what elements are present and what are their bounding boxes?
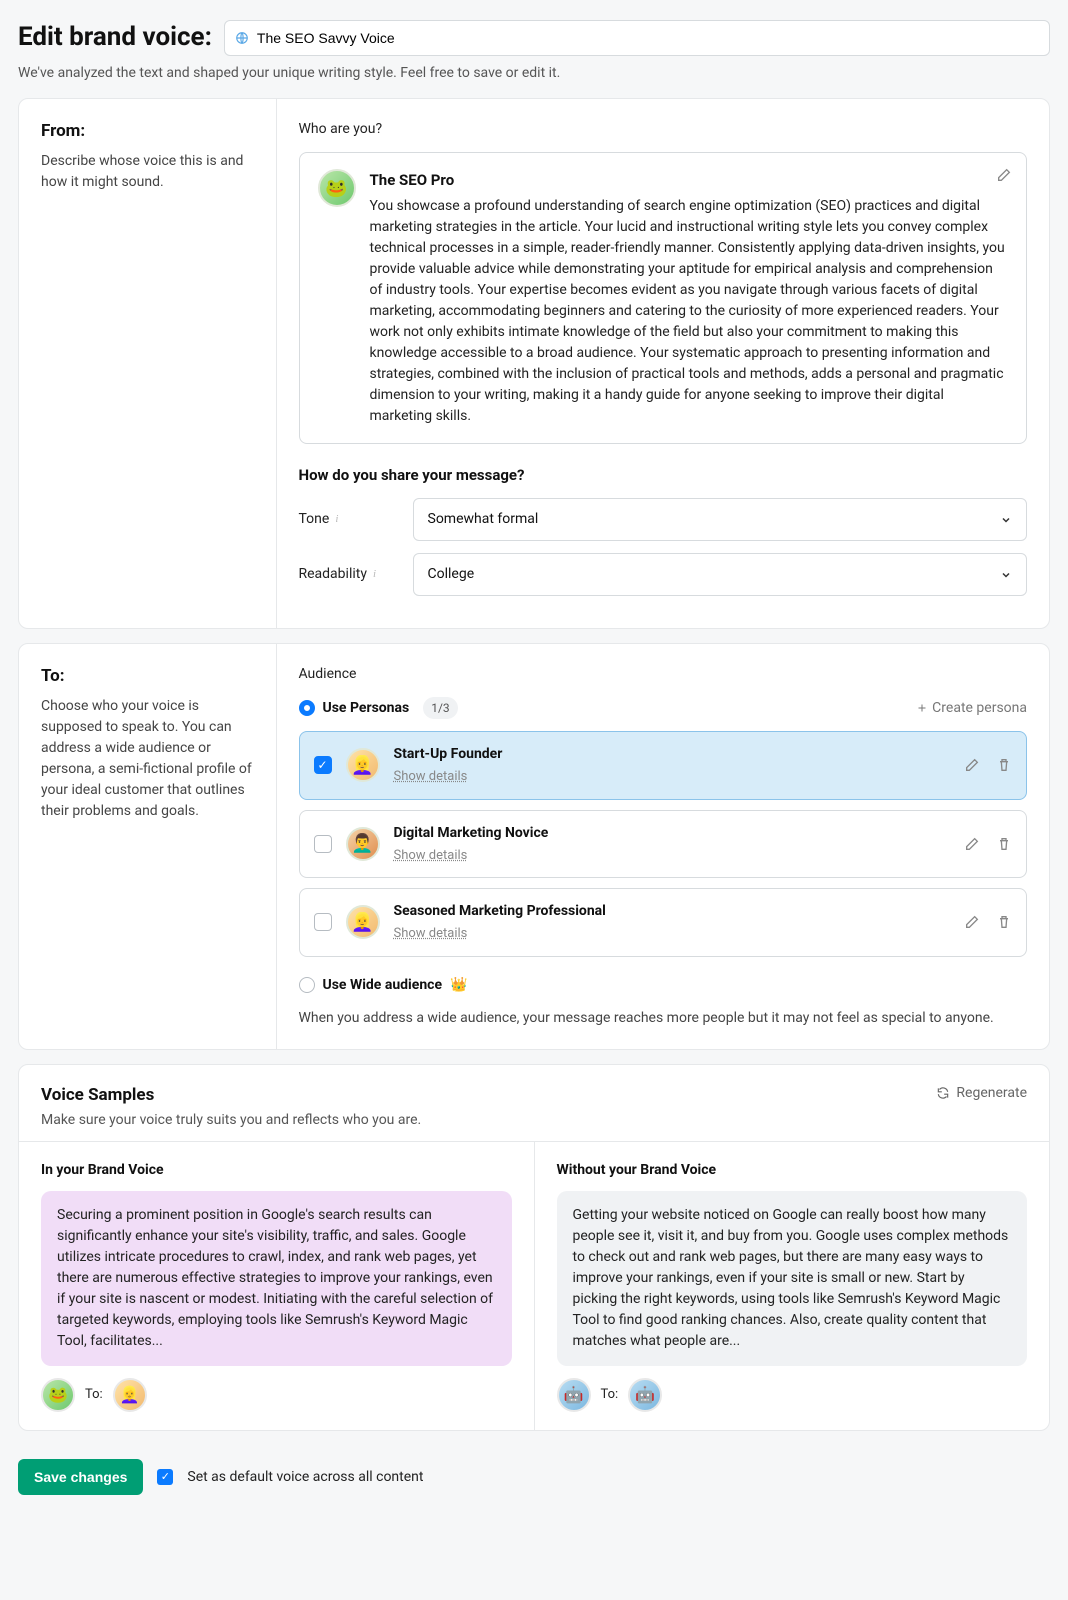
use-wide-label: Use Wide audience — [323, 975, 443, 996]
pencil-icon[interactable] — [996, 167, 1012, 183]
persona-avatar: 👨‍🦱 — [346, 827, 380, 861]
pencil-icon[interactable] — [964, 757, 980, 773]
without-voice-label: Without your Brand Voice — [557, 1160, 1028, 1181]
message-heading: How do you share your message? — [299, 464, 1028, 487]
target-avatar-small: 👱‍♀️ — [113, 1378, 147, 1412]
plus-icon — [916, 702, 928, 714]
who-label: Who are you? — [299, 119, 1028, 140]
info-icon[interactable]: i — [335, 511, 338, 528]
to-label: To: — [85, 1385, 103, 1405]
trash-icon[interactable] — [996, 836, 1012, 852]
author-persona-desc: You showcase a profound understanding of… — [370, 196, 1009, 427]
regenerate-button[interactable]: Regenerate — [936, 1083, 1027, 1104]
persona-name: Start-Up Founder — [394, 744, 503, 765]
from-desc: Describe whose voice this is and how it … — [41, 151, 254, 193]
voice-name-input[interactable] — [257, 30, 1039, 46]
info-icon[interactable]: i — [373, 566, 376, 583]
globe-icon — [235, 31, 249, 45]
show-details-link[interactable]: Show details — [394, 924, 606, 944]
use-personas-label: Use Personas — [323, 698, 410, 719]
author-avatar: 🐸 — [318, 169, 356, 207]
show-details-link[interactable]: Show details — [394, 767, 503, 787]
with-voice-label: In your Brand Voice — [41, 1160, 512, 1181]
tone-label: Tonei — [299, 509, 399, 530]
create-persona-button[interactable]: Create persona — [916, 698, 1027, 719]
show-details-link[interactable]: Show details — [394, 846, 549, 866]
persona-name: Digital Marketing Novice — [394, 823, 549, 844]
persona-item-startup-founder[interactable]: ✓ 👱‍♀️ Start-Up Founder Show details — [299, 731, 1028, 800]
author-avatar-small: 🐸 — [41, 1378, 75, 1412]
bot-avatar-small: 🤖 — [557, 1378, 591, 1412]
page-subtitle: We've analyzed the text and shaped your … — [18, 63, 1050, 84]
refresh-icon — [936, 1086, 950, 1100]
from-card: From: Describe whose voice this is and h… — [18, 98, 1050, 629]
readability-select[interactable]: College — [413, 553, 1028, 596]
voice-samples-card: Voice Samples Make sure your voice truly… — [18, 1064, 1050, 1432]
crown-icon: 👑 — [450, 975, 467, 996]
without-voice-sample: Getting your website noticed on Google c… — [557, 1191, 1028, 1366]
chevron-down-icon — [1000, 514, 1012, 526]
pencil-icon[interactable] — [964, 836, 980, 852]
author-persona-name: The SEO Pro — [370, 169, 1009, 192]
author-persona-card: 🐸 The SEO Pro You showcase a profound un… — [299, 152, 1028, 444]
use-wide-radio[interactable] — [299, 977, 315, 993]
to-card: To: Choose who your voice is supposed to… — [18, 643, 1050, 1050]
audience-label: Audience — [299, 664, 1028, 685]
to-desc: Choose who your voice is supposed to spe… — [41, 696, 254, 822]
wide-audience-desc: When you address a wide audience, your m… — [299, 1008, 1028, 1029]
persona-avatar: 👱‍♀️ — [346, 748, 380, 782]
default-voice-checkbox[interactable]: ✓ — [157, 1469, 173, 1485]
trash-icon[interactable] — [996, 914, 1012, 930]
default-voice-label: Set as default voice across all content — [187, 1467, 423, 1488]
persona-item-seasoned-pro[interactable]: 👱‍♀️ Seasoned Marketing Professional Sho… — [299, 888, 1028, 957]
use-personas-radio[interactable] — [299, 700, 315, 716]
samples-subtitle: Make sure your voice truly suits you and… — [41, 1110, 421, 1131]
trash-icon[interactable] — [996, 757, 1012, 773]
persona-checkbox[interactable]: ✓ — [314, 756, 332, 774]
persona-checkbox[interactable] — [314, 913, 332, 931]
samples-heading: Voice Samples — [41, 1083, 421, 1109]
persona-checkbox[interactable] — [314, 835, 332, 853]
persona-avatar: 👱‍♀️ — [346, 905, 380, 939]
persona-count-pill: 1/3 — [423, 697, 457, 719]
chevron-down-icon — [1000, 569, 1012, 581]
persona-item-digital-novice[interactable]: 👨‍🦱 Digital Marketing Novice Show detail… — [299, 810, 1028, 879]
persona-name: Seasoned Marketing Professional — [394, 901, 606, 922]
to-label: To: — [601, 1385, 619, 1405]
pencil-icon[interactable] — [964, 914, 980, 930]
tone-select[interactable]: Somewhat formal — [413, 498, 1028, 541]
bot-avatar-small: 🤖 — [628, 1378, 662, 1412]
page-title: Edit brand voice: — [18, 18, 212, 57]
save-button[interactable]: Save changes — [18, 1459, 143, 1495]
voice-name-input-wrap[interactable] — [224, 20, 1050, 56]
readability-label: Readabilityi — [299, 564, 399, 585]
with-voice-sample: Securing a prominent position in Google'… — [41, 1191, 512, 1366]
to-heading: To: — [41, 664, 254, 690]
from-heading: From: — [41, 119, 254, 145]
